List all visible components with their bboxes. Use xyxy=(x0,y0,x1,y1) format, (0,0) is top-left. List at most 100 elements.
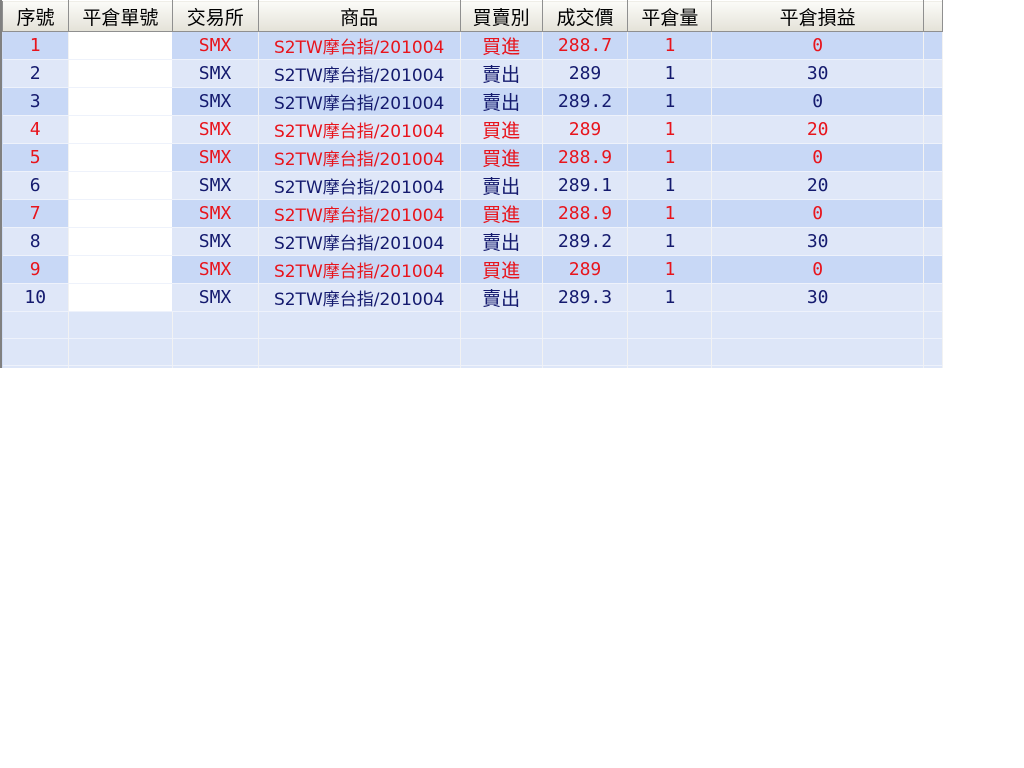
exchange-cell: SMX xyxy=(172,87,259,116)
product-cell: S2TW摩台指/201004 xyxy=(258,31,461,60)
table-row[interactable]: 2 SMX S2TW摩台指/201004 賣出 289 1 30 xyxy=(2,59,943,88)
empty-cell xyxy=(542,311,629,339)
seq-cell: 2 xyxy=(2,59,69,88)
filler-cell xyxy=(923,59,943,88)
filler-cell xyxy=(923,31,943,60)
side-cell: 賣出 xyxy=(460,87,543,116)
pnl-cell: 20 xyxy=(711,115,924,144)
empty-cell xyxy=(711,338,924,366)
col-header-filler xyxy=(922,0,943,32)
col-header-side[interactable]: 買賣別 xyxy=(459,0,543,32)
col-header-seq[interactable]: 序號 xyxy=(2,0,69,32)
empty-cell xyxy=(460,311,543,339)
empty-cell xyxy=(711,311,924,339)
product-cell: S2TW摩台指/201004 xyxy=(258,115,461,144)
exchange-cell: SMX xyxy=(172,143,259,172)
qty-cell: 1 xyxy=(627,199,713,228)
table-row[interactable]: 7 SMX S2TW摩台指/201004 買進 288.9 1 0 xyxy=(2,199,943,228)
empty-cell xyxy=(68,311,173,339)
empty-cell xyxy=(711,365,924,368)
pnl-cell: 20 xyxy=(711,171,924,200)
side-cell: 賣出 xyxy=(460,59,543,88)
exchange-cell: SMX xyxy=(172,31,259,60)
positions-table: 序號 平倉單號 交易所 商品 買賣別 成交價 平倉量 平倉損益 1 SMX S2TW… xyxy=(2,0,943,368)
price-cell: 288.9 xyxy=(542,143,629,172)
table-row[interactable]: 5 SMX S2TW摩台指/201004 買進 288.9 1 0 xyxy=(2,143,943,172)
empty-cell xyxy=(460,365,543,368)
col-header-product[interactable]: 商品 xyxy=(257,0,461,32)
qty-cell: 1 xyxy=(627,255,713,284)
empty-cell xyxy=(172,365,259,368)
order-no-cell xyxy=(68,171,173,200)
empty-cell xyxy=(2,311,69,339)
filler-cell xyxy=(923,227,943,256)
side-cell: 賣出 xyxy=(460,227,543,256)
col-header-pnl[interactable]: 平倉損益 xyxy=(711,0,924,32)
exchange-cell: SMX xyxy=(172,115,259,144)
table-row[interactable]: 9 SMX S2TW摩台指/201004 買進 289 1 0 xyxy=(2,255,943,284)
col-header-exchange[interactable]: 交易所 xyxy=(171,0,259,32)
seq-cell: 9 xyxy=(2,255,69,284)
col-header-order-no[interactable]: 平倉單號 xyxy=(67,0,173,32)
filler-cell xyxy=(923,143,943,172)
table-body: 1 SMX S2TW摩台指/201004 買進 288.7 1 0 2 SMX S2TW摩台指/2… xyxy=(2,31,943,368)
empty-cell xyxy=(627,311,713,339)
qty-cell: 1 xyxy=(627,31,713,60)
pnl-cell: 0 xyxy=(711,199,924,228)
price-cell: 288.7 xyxy=(542,31,629,60)
price-cell: 289 xyxy=(542,255,629,284)
seq-cell: 4 xyxy=(2,115,69,144)
product-cell: S2TW摩台指/201004 xyxy=(258,87,461,116)
qty-cell: 1 xyxy=(627,87,713,116)
empty-cell xyxy=(627,365,713,368)
filler-cell xyxy=(923,87,943,116)
table-row[interactable]: 8 SMX S2TW摩台指/201004 賣出 289.2 1 30 xyxy=(2,227,943,256)
qty-cell: 1 xyxy=(627,59,713,88)
seq-cell: 7 xyxy=(2,199,69,228)
empty-row xyxy=(2,311,943,339)
pnl-cell: 30 xyxy=(711,283,924,312)
pnl-cell: 30 xyxy=(711,59,924,88)
side-cell: 賣出 xyxy=(460,283,543,312)
exchange-cell: SMX xyxy=(172,171,259,200)
price-cell: 289 xyxy=(542,115,629,144)
seq-cell: 3 xyxy=(2,87,69,116)
table-row[interactable]: 6 SMX S2TW摩台指/201004 賣出 289.1 1 20 xyxy=(2,171,943,200)
table-row[interactable]: 4 SMX S2TW摩台指/201004 買進 289 1 20 xyxy=(2,115,943,144)
seq-cell: 6 xyxy=(2,171,69,200)
col-header-qty[interactable]: 平倉量 xyxy=(627,0,713,32)
price-cell: 288.9 xyxy=(542,199,629,228)
price-cell: 289.2 xyxy=(542,87,629,116)
seq-cell: 8 xyxy=(2,227,69,256)
qty-cell: 1 xyxy=(627,115,713,144)
product-cell: S2TW摩台指/201004 xyxy=(258,143,461,172)
seq-cell: 10 xyxy=(2,283,69,312)
product-cell: S2TW摩台指/201004 xyxy=(258,199,461,228)
empty-cell xyxy=(923,311,943,339)
empty-cell xyxy=(542,365,629,368)
qty-cell: 1 xyxy=(627,283,713,312)
order-no-cell xyxy=(68,87,173,116)
empty-cell xyxy=(460,338,543,366)
header-row: 序號 平倉單號 交易所 商品 買賣別 成交價 平倉量 平倉損益 xyxy=(2,0,943,32)
table-row[interactable]: 1 SMX S2TW摩台指/201004 買進 288.7 1 0 xyxy=(2,31,943,60)
product-cell: S2TW摩台指/201004 xyxy=(258,255,461,284)
order-no-cell xyxy=(68,143,173,172)
empty-cell xyxy=(923,338,943,366)
side-cell: 買進 xyxy=(460,31,543,60)
seq-cell: 1 xyxy=(2,31,69,60)
empty-cell xyxy=(68,338,173,366)
filler-cell xyxy=(923,283,943,312)
empty-cell xyxy=(68,365,173,368)
order-no-cell xyxy=(68,227,173,256)
price-cell: 289 xyxy=(542,59,629,88)
qty-cell: 1 xyxy=(627,143,713,172)
filler-cell xyxy=(923,199,943,228)
table-row[interactable]: 10 SMX S2TW摩台指/201004 賣出 289.3 1 30 xyxy=(2,283,943,312)
table-row[interactable]: 3 SMX S2TW摩台指/201004 賣出 289.2 1 0 xyxy=(2,87,943,116)
order-no-cell xyxy=(68,115,173,144)
product-cell: S2TW摩台指/201004 xyxy=(258,283,461,312)
pnl-cell: 0 xyxy=(711,31,924,60)
col-header-price[interactable]: 成交價 xyxy=(541,0,629,32)
empty-cell xyxy=(627,338,713,366)
